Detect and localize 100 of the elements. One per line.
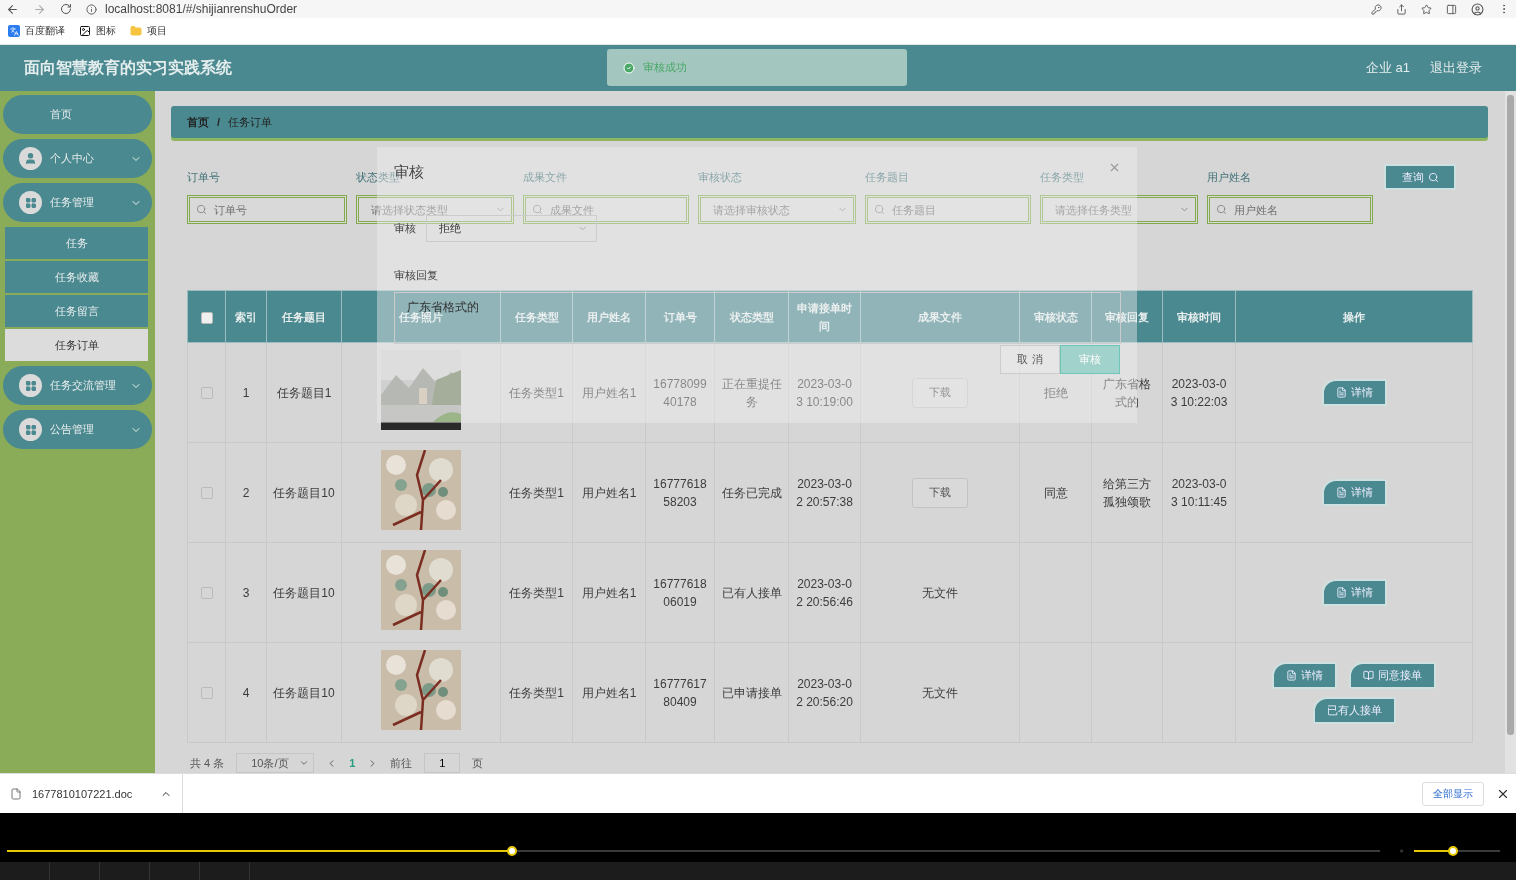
- column-header: 申请接单时间: [788, 290, 861, 343]
- search-icon: [1216, 204, 1227, 215]
- checkbox[interactable]: [200, 387, 213, 400]
- file-icon: [10, 787, 22, 800]
- action-button[interactable]: 详情: [1321, 479, 1387, 506]
- search-field[interactable]: 成果文件: [523, 195, 689, 224]
- checkbox[interactable]: [200, 587, 213, 600]
- table-cell: 无文件: [860, 542, 1020, 643]
- submenu-item[interactable]: 任务订单: [5, 329, 148, 361]
- table-cell: 2: [225, 442, 267, 543]
- breadcrumb-item[interactable]: 首页: [187, 114, 209, 130]
- search-icon: [532, 204, 543, 215]
- column-header: 操作: [1235, 290, 1473, 343]
- table-cell: 1677761780409: [645, 642, 715, 743]
- filter-label: 用户姓名: [1207, 170, 1251, 185]
- search-icon: [196, 204, 207, 215]
- action-button[interactable]: 详情: [1321, 579, 1387, 606]
- search-field[interactable]: 订单号: [187, 195, 347, 224]
- document-icon: [1286, 669, 1297, 681]
- cancel-button[interactable]: 取 消: [1000, 345, 1060, 374]
- table-cell: 1677761858203: [645, 442, 715, 543]
- user-link[interactable]: 企业 a1: [1365, 59, 1410, 77]
- search-icon: [1427, 171, 1439, 183]
- column-header: 成果文件: [860, 290, 1020, 343]
- table-cell: 用户姓名1: [572, 642, 646, 743]
- share-icon[interactable]: [1396, 3, 1407, 15]
- sidebar-item[interactable]: 首页: [3, 95, 152, 134]
- sidebar-icon[interactable]: [1446, 3, 1457, 15]
- column-header: 订单号: [645, 290, 715, 343]
- column-header: 任务类型: [500, 290, 573, 343]
- sidebar-label: 任务管理: [50, 195, 95, 210]
- checkbox[interactable]: [200, 687, 213, 700]
- table-cell: 3: [225, 542, 267, 643]
- column-header: 索引: [225, 290, 267, 343]
- table-cell: 已有人接单: [714, 542, 789, 643]
- table-cell: 任务类型1: [500, 542, 573, 643]
- submenu-item[interactable]: 任务留言: [5, 295, 148, 327]
- table-cell: 1: [225, 342, 267, 443]
- check-icon: [623, 61, 635, 74]
- back-icon[interactable]: [6, 2, 19, 16]
- sidebar-item[interactable]: 公告管理: [3, 410, 152, 449]
- filter-label: 任务类型: [1040, 170, 1084, 185]
- table-cell: 4: [225, 642, 267, 743]
- download-button[interactable]: 下载: [912, 377, 968, 408]
- page-input[interactable]: 1: [424, 753, 461, 773]
- query-button[interactable]: 查询: [1384, 164, 1456, 190]
- checkbox[interactable]: [200, 487, 213, 500]
- action-button[interactable]: 同意接单: [1349, 661, 1436, 689]
- table-cell: 任务类型1: [500, 442, 573, 543]
- table-cell: 2023-03-02 20:56:20: [788, 642, 861, 743]
- forward-icon[interactable]: [33, 2, 46, 16]
- breadcrumb-separator: /: [217, 116, 221, 128]
- page-suffix: 页: [472, 755, 484, 771]
- review-select[interactable]: 拒绝: [426, 215, 597, 242]
- filter-label: 审核状态: [698, 170, 742, 185]
- image-icon: [79, 25, 91, 37]
- sidebar-label: 任务交流管理: [50, 378, 117, 393]
- bookmark[interactable]: 图标: [79, 24, 116, 38]
- table-cell: 给第三方孤独颂歌: [1091, 442, 1163, 543]
- action-button[interactable]: 详情: [1321, 379, 1387, 406]
- checkbox[interactable]: [200, 311, 213, 324]
- action-button[interactable]: 已有人接单: [1312, 696, 1396, 724]
- url-text[interactable]: localhost:8081/#/shijianrenshuOrder: [105, 2, 298, 16]
- table-cell: 正在重提任务: [714, 342, 789, 443]
- key-icon[interactable]: [1371, 3, 1382, 15]
- sidebar-item[interactable]: 任务交流管理: [3, 366, 152, 405]
- field-label: 审核: [394, 221, 416, 236]
- book-icon: [1363, 669, 1374, 681]
- bookmark[interactable]: 百度翻译: [8, 24, 65, 38]
- table-cell: 任务题目1: [266, 342, 342, 443]
- volume-handle[interactable]: [1447, 846, 1458, 856]
- show-all-button[interactable]: 全部显示: [1422, 781, 1484, 806]
- search-field[interactable]: 用户姓名: [1207, 195, 1373, 224]
- bookmark[interactable]: 项目: [130, 24, 167, 38]
- download-button[interactable]: 下载: [912, 477, 968, 508]
- submenu-item[interactable]: 任务收藏: [5, 261, 148, 293]
- file-name: 1677810107221.doc: [32, 787, 134, 800]
- column-header: 状态类型: [714, 290, 789, 343]
- table-cell: 用户姓名1: [572, 442, 646, 543]
- avatar-icon[interactable]: [1471, 2, 1484, 16]
- submenu-item[interactable]: 任务: [5, 227, 148, 259]
- star-icon[interactable]: [1421, 3, 1432, 15]
- table-cell: 任务题目10: [266, 542, 342, 643]
- table-cell: 2023-03-03 10:19:00: [788, 342, 861, 443]
- reload-icon[interactable]: [60, 3, 72, 15]
- progress-handle[interactable]: [507, 846, 518, 856]
- action-button[interactable]: 详情: [1272, 661, 1337, 689]
- table-cell: 已申请接单: [714, 642, 789, 743]
- sidebar-item[interactable]: 个人中心: [3, 139, 152, 178]
- logout-link[interactable]: 退出登录: [1430, 59, 1482, 77]
- filter-label: 任务题目: [865, 170, 909, 185]
- page-size-select[interactable]: 10条/页: [236, 753, 315, 773]
- column-header: 审核时间: [1162, 290, 1236, 343]
- translate-icon: [8, 25, 20, 37]
- page-number[interactable]: 1: [349, 757, 356, 769]
- table-cell: 1677809940178: [645, 342, 715, 443]
- sidebar-item[interactable]: 任务管理: [3, 183, 152, 222]
- document-icon: [1335, 587, 1347, 598]
- grid-icon: [19, 374, 42, 397]
- table-cell: 用户姓名1: [572, 542, 646, 643]
